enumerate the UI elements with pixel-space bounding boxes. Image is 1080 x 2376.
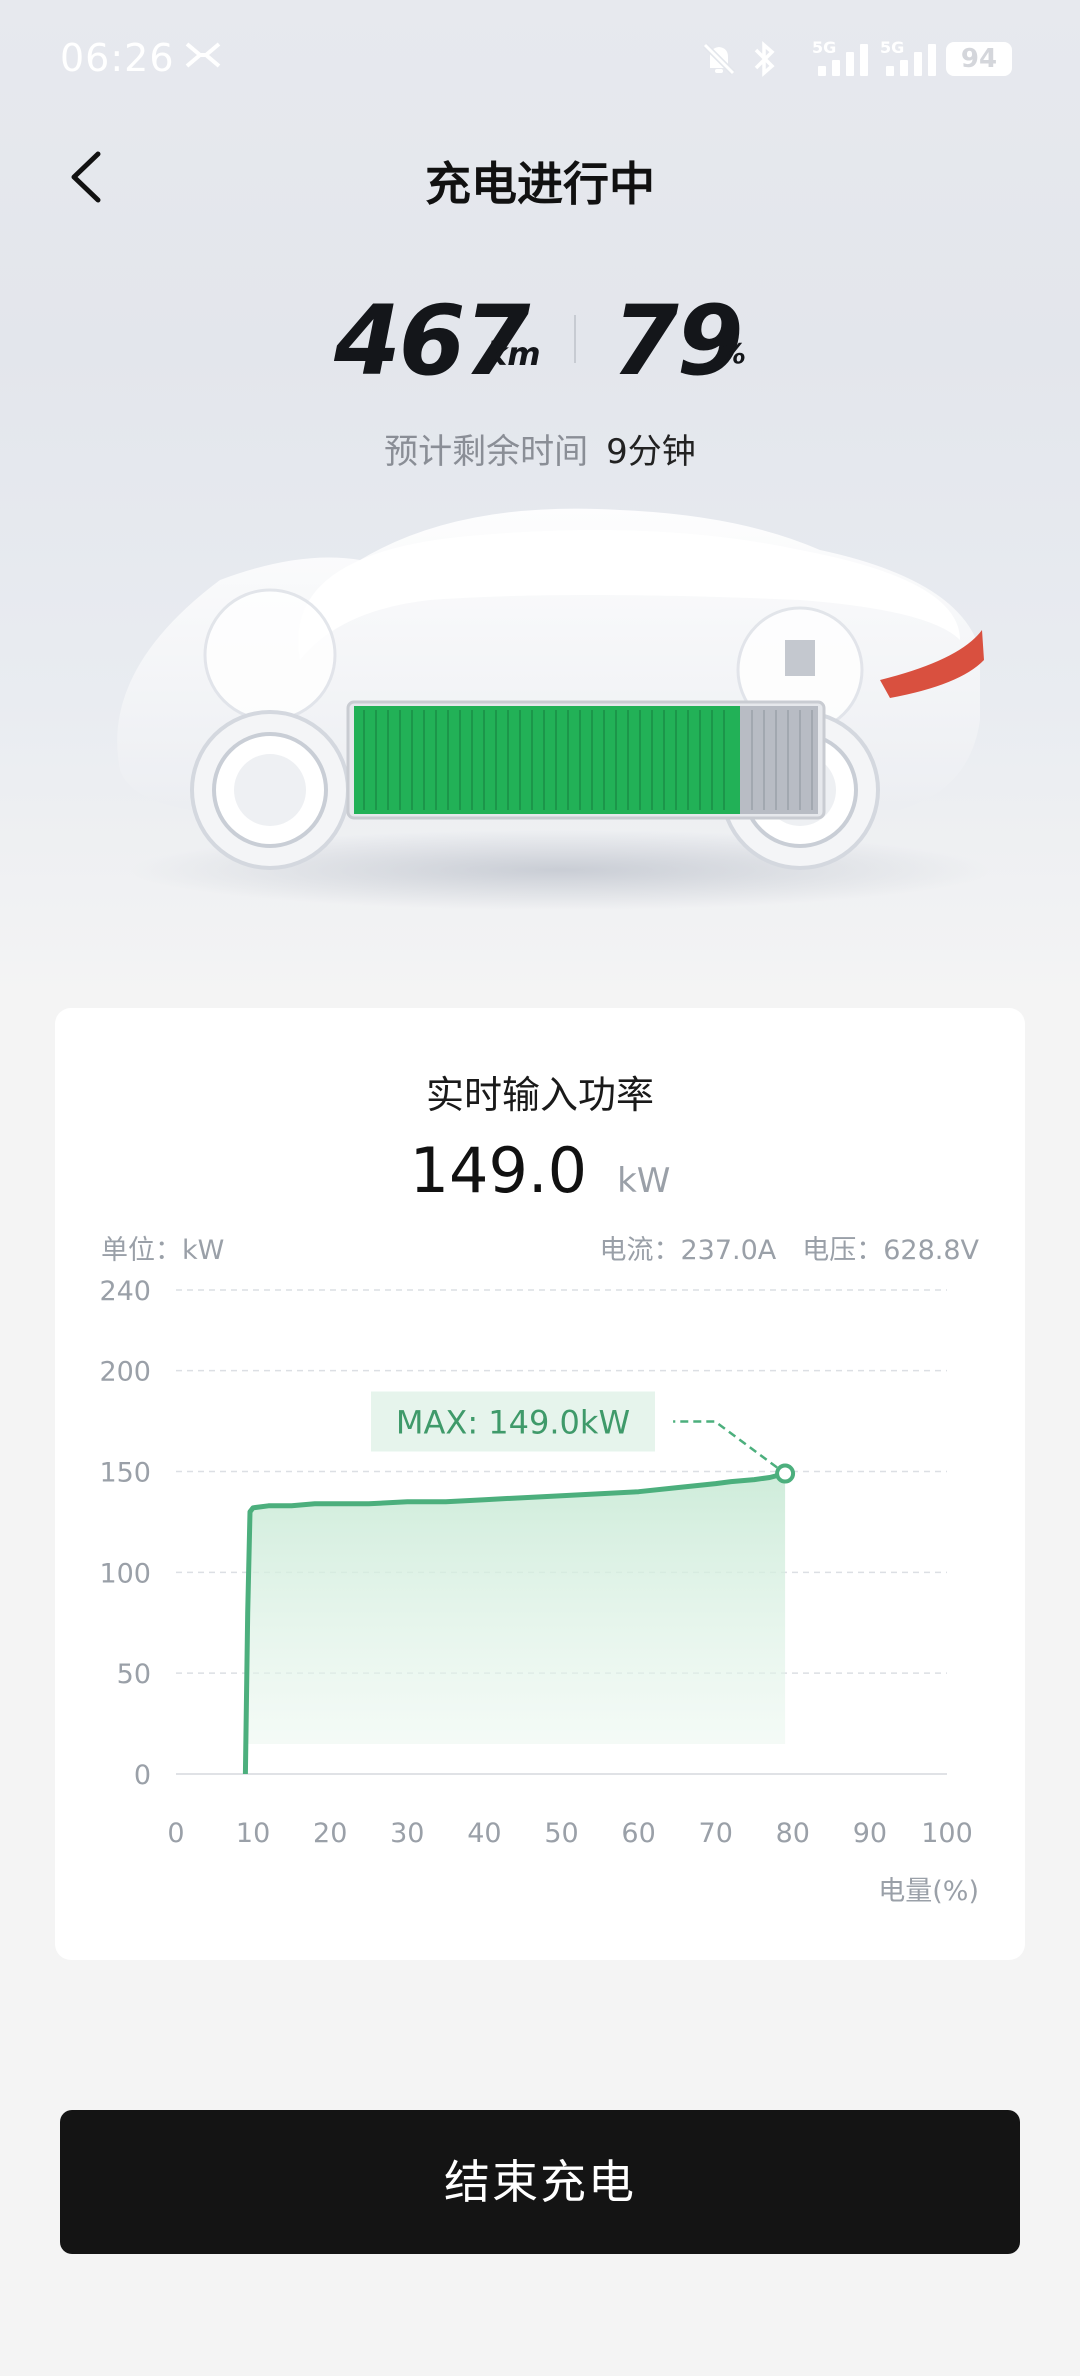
x-tick-label: 30: [390, 1818, 424, 1849]
power-card: 实时输入功率 149.0 kW 单位：kW 电流：237.0A 电压：628.8V …: [55, 1008, 1025, 1960]
power-chart: 0 50 100 150 200 240 0 10 20 30 40 50 60 70 80 90 100 电量(…: [99, 1276, 979, 1907]
y-tick-label: 100: [99, 1558, 151, 1589]
y-tick-label: 150: [99, 1458, 151, 1489]
x-tick-label: 40: [467, 1818, 501, 1849]
x-tick-label: 100: [921, 1818, 973, 1849]
max-leader-line: [673, 1420, 778, 1469]
x-tick-label: 20: [313, 1818, 347, 1849]
max-point-marker: [775, 1463, 796, 1484]
battery-icon: 94: [946, 42, 1012, 76]
end-charging-button[interactable]: 结束充电: [60, 2110, 1020, 2254]
signal-icon-1: [818, 44, 870, 76]
battery-pack: [346, 700, 826, 820]
power-area: [245, 1473, 786, 1774]
screencast-icon: [184, 40, 222, 76]
charging-stats: 467 km 79 %: [0, 285, 1080, 397]
stats-divider: [574, 315, 576, 363]
eta-row: 预计剩余时间 9分钟: [0, 424, 1080, 473]
x-axis-label: 电量(%): [878, 1876, 979, 1907]
page-title: 充电进行中: [425, 157, 655, 211]
x-tick-label: 70: [699, 1818, 733, 1849]
range-unit: km: [486, 335, 541, 373]
x-tick-label: 10: [236, 1818, 270, 1849]
soc-unit: %: [718, 337, 747, 370]
y-tick-label: 50: [117, 1659, 151, 1690]
y-tick-label: 200: [99, 1357, 151, 1388]
x-tick-label: 50: [544, 1818, 578, 1849]
x-tick-label: 60: [621, 1818, 655, 1849]
y-tick-label: 240: [99, 1276, 151, 1307]
car-illustration: [117, 508, 990, 910]
signal-icon-2: [886, 44, 938, 76]
max-label: MAX: 149.0kW: [396, 1404, 630, 1442]
x-tick-label: 80: [776, 1818, 810, 1849]
eta-value: 9分钟: [606, 432, 696, 472]
x-tick-label: 90: [853, 1818, 887, 1849]
eta-label: 预计剩余时间: [384, 432, 589, 472]
status-bar: 06:26 5G 5G 94: [0, 0, 1080, 120]
bluetooth-icon: [752, 40, 778, 84]
mute-bell-icon: [700, 40, 738, 84]
y-tick-label: 0: [134, 1760, 151, 1791]
x-tick-label: 0: [167, 1818, 184, 1849]
status-time: 06:26: [60, 36, 175, 80]
